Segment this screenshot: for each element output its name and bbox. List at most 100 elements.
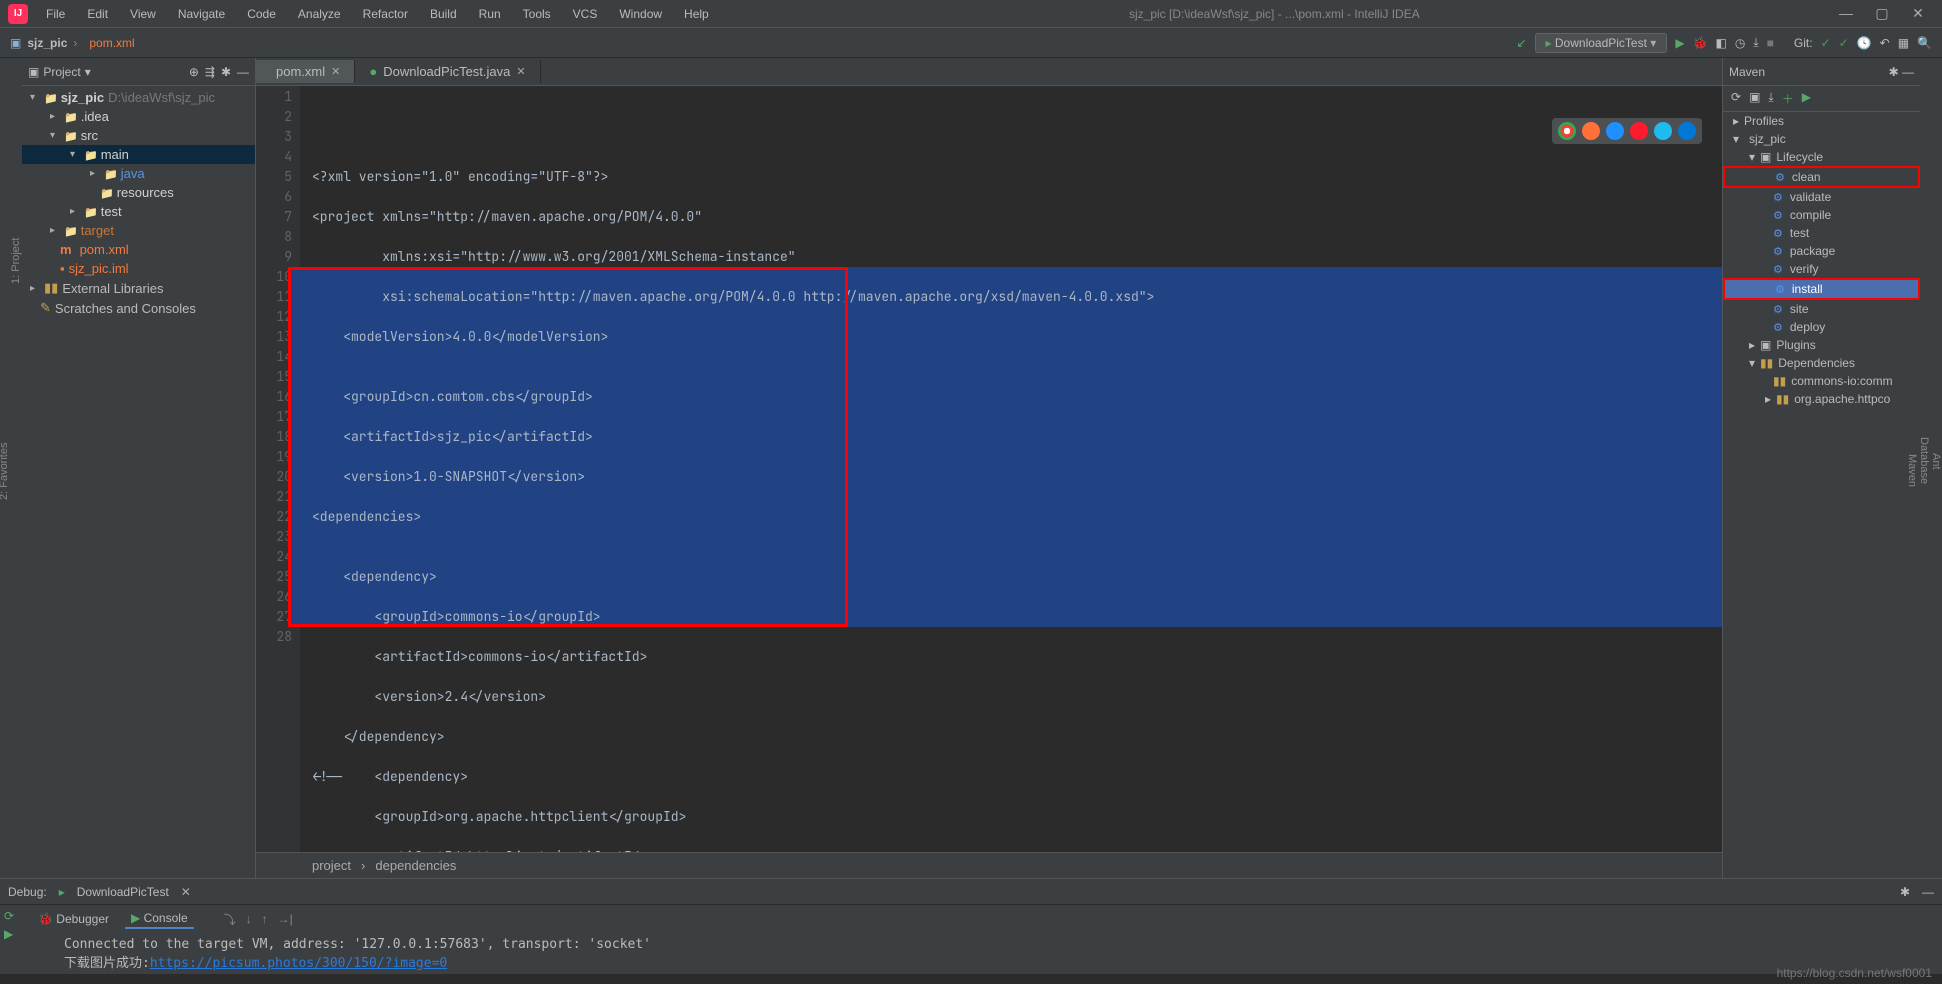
tree-test[interactable]: test (84, 204, 122, 219)
chevron-down-icon[interactable]: ▾ (85, 65, 91, 79)
project-tree[interactable]: ▾sjz_pic D:\ideaWsf\sjz_pic ▸.idea ▾src … (22, 86, 255, 320)
ie-icon[interactable] (1654, 122, 1672, 140)
menu-analyze[interactable]: Analyze (288, 3, 351, 25)
left-edge-project[interactable]: 1: Project (10, 64, 22, 458)
tree-iml[interactable]: sjz_pic.iml (69, 261, 129, 276)
rerun-icon[interactable]: ⟳ (4, 909, 20, 923)
coverage-button[interactable]: ◧ (1716, 36, 1727, 50)
git-update-icon[interactable]: ✓ (1821, 36, 1831, 50)
tree-target[interactable]: target (64, 223, 114, 238)
step-out-icon[interactable]: ↑ (262, 912, 268, 926)
menu-vcs[interactable]: VCS (563, 3, 608, 25)
goal-test[interactable]: test (1790, 226, 1809, 240)
add-icon[interactable]: ＋ (1782, 90, 1794, 107)
goal-deploy[interactable]: deploy (1790, 320, 1825, 334)
tree-external-libs[interactable]: External Libraries (62, 281, 163, 296)
lifecycle-node[interactable]: Lifecycle (1776, 150, 1823, 164)
goal-validate[interactable]: validate (1790, 190, 1831, 204)
reimport-icon[interactable]: ⟳ (1731, 90, 1741, 107)
window-minimize-button[interactable]: — (1830, 5, 1862, 22)
window-maximize-button[interactable]: ▢ (1866, 5, 1898, 22)
maven-tree[interactable]: ▸Profiles ▾sjz_pic ▾▣Lifecycle clean val… (1723, 112, 1920, 408)
tab-download-test[interactable]: ●DownloadPicTest.java✕ (355, 60, 540, 83)
gear-icon[interactable]: ✱ (1889, 65, 1899, 79)
editor-content[interactable]: <?xml version="1.0" encoding="UTF-8"?> <… (300, 86, 1722, 852)
edge-icon[interactable] (1678, 122, 1696, 140)
dependencies-node[interactable]: Dependencies (1778, 356, 1855, 370)
run-config-selector[interactable]: ▸ DownloadPicTest ▾ (1535, 33, 1668, 53)
menu-edit[interactable]: Edit (77, 3, 118, 25)
run-maven-icon[interactable]: ▶ (1802, 90, 1811, 107)
safari-icon[interactable] (1606, 122, 1624, 140)
tree-resources[interactable]: resources (100, 185, 174, 200)
menu-run[interactable]: Run (469, 3, 511, 25)
console-link[interactable]: https://picsum.photos/300/150/?image=0 (150, 956, 447, 971)
stop-button[interactable]: ■ (1767, 36, 1774, 50)
chrome-icon[interactable] (1558, 122, 1576, 140)
tree-pom[interactable]: pom.xml (80, 242, 129, 257)
menu-build[interactable]: Build (420, 3, 467, 25)
resume-icon[interactable]: ▶ (4, 927, 20, 941)
goal-clean[interactable]: clean (1792, 170, 1821, 184)
right-edge-maven[interactable]: Maven (1906, 64, 1918, 878)
expand-all-icon[interactable]: ⇶ (205, 65, 215, 79)
profiles-node[interactable]: Profiles (1744, 114, 1784, 128)
goal-compile[interactable]: compile (1790, 208, 1831, 222)
select-opened-file-icon[interactable]: ⊕ (189, 65, 199, 79)
maven-project-node[interactable]: sjz_pic (1749, 132, 1786, 146)
code-editor[interactable]: 1234567891011121314151617181920212223242… (256, 86, 1722, 852)
hide-icon[interactable]: — (1922, 885, 1934, 899)
debug-button[interactable]: 🐞 (1693, 36, 1708, 50)
dep-commons-io[interactable]: commons-io:comm (1791, 374, 1892, 388)
right-edge-database[interactable]: Database (1918, 64, 1930, 858)
search-everywhere-icon[interactable]: 🔍 (1917, 36, 1932, 50)
breadcrumb-file[interactable]: pom.xml (89, 36, 134, 50)
breadcrumb-project[interactable]: sjz_pic (27, 36, 67, 50)
step-into-icon[interactable]: ↓ (246, 912, 252, 926)
dep-httpcomponents[interactable]: org.apache.httpco (1794, 392, 1890, 406)
menu-file[interactable]: File (36, 3, 75, 25)
menu-refactor[interactable]: Refactor (353, 3, 418, 25)
goal-site[interactable]: site (1790, 302, 1809, 316)
download-icon[interactable]: ⤓ (1768, 90, 1773, 107)
tree-main[interactable]: main (84, 147, 129, 162)
attach-button[interactable]: ⤓ (1753, 35, 1758, 50)
tree-src[interactable]: src (64, 128, 98, 143)
goal-verify[interactable]: verify (1790, 262, 1819, 276)
run-button[interactable]: ▶ (1675, 36, 1684, 50)
bread-dependencies[interactable]: dependencies (375, 858, 456, 873)
gear-icon[interactable]: ✱ (1900, 885, 1910, 899)
tree-scratches[interactable]: Scratches and Consoles (55, 301, 196, 316)
menu-code[interactable]: Code (237, 3, 286, 25)
goal-install[interactable]: install (1792, 282, 1823, 296)
bread-project[interactable]: project (312, 858, 351, 873)
close-icon[interactable]: ✕ (331, 65, 340, 78)
menu-tools[interactable]: Tools (513, 3, 561, 25)
project-panel-title[interactable]: Project (43, 65, 80, 79)
close-icon[interactable]: ✕ (516, 65, 525, 78)
menu-view[interactable]: View (120, 3, 166, 25)
build-icon[interactable]: ↙ (1516, 36, 1526, 50)
firefox-icon[interactable] (1582, 122, 1600, 140)
hide-icon[interactable]: — (237, 65, 249, 79)
git-revert-icon[interactable]: ↶ (1880, 36, 1890, 50)
run-to-cursor-icon[interactable]: →| (278, 912, 293, 926)
tab-pom[interactable]: pom.xml✕ (256, 60, 355, 83)
step-over-icon[interactable]: ⤵ (224, 911, 236, 928)
git-history-icon[interactable]: 🕓 (1857, 36, 1872, 50)
goal-package[interactable]: package (1790, 244, 1835, 258)
tree-java[interactable]: java (104, 166, 145, 181)
left-edge-favorites[interactable]: 2: Favorites (0, 64, 10, 878)
debug-conf-name[interactable]: DownloadPicTest (77, 885, 169, 899)
console-tab[interactable]: ▶ Console (125, 909, 194, 929)
debugger-tab[interactable]: 🐞 Debugger (32, 910, 115, 928)
profiler-button[interactable]: ◷ (1735, 36, 1745, 50)
git-commit-icon[interactable]: ✓ (1839, 36, 1849, 50)
generate-sources-icon[interactable]: ▣ (1749, 90, 1760, 107)
menu-window[interactable]: Window (609, 3, 672, 25)
console-output[interactable]: Connected to the target VM, address: '12… (24, 933, 1942, 975)
ide-settings-icon[interactable]: ▦ (1898, 36, 1909, 50)
close-icon[interactable]: ✕ (181, 885, 191, 899)
menu-help[interactable]: Help (674, 3, 719, 25)
menu-navigate[interactable]: Navigate (168, 3, 235, 25)
